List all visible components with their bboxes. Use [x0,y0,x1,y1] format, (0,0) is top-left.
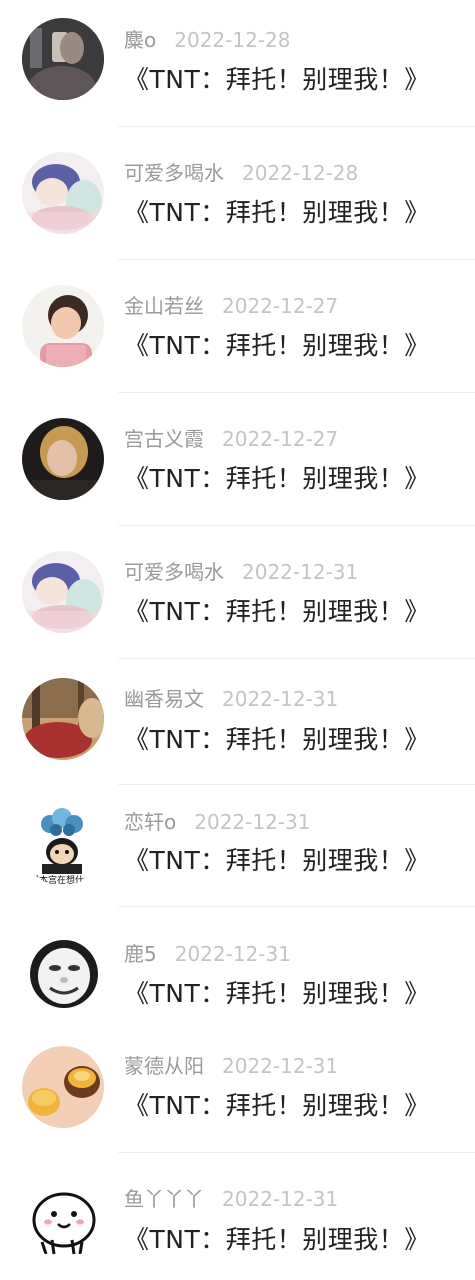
comment-meta: 麋o 2022-12-28 [124,28,290,52]
avatar-caption: 想本宫在想什 [30,874,84,886]
comment-text: 《TNT：拜托！别理我！》 [124,331,430,360]
timestamp: 2022-12-28 [242,161,359,185]
comment-item[interactable]: 幽香易文 2022-12-31 《TNT：拜托！别理我！》 [0,660,475,786]
comment-meta: 鹿5 2022-12-31 [124,942,291,966]
user-avatar[interactable]: 想本宫在想什 [22,804,104,886]
avatar-image [22,1176,104,1258]
comment-list-screen: { "comments": [ {"name": "麋o", "time": "… [0,0,475,1280]
comment-text: 《TNT：拜托！别理我！》 [124,979,430,1008]
avatar-image [22,678,104,760]
username[interactable]: 鱼丫丫丫 [124,1187,204,1211]
timestamp: 2022-12-31 [222,1187,339,1211]
divider [118,392,475,393]
comment-item[interactable]: 麋o 2022-12-28 《TNT：拜托！别理我！》 [0,0,475,128]
avatar-image: 想本宫在想什 [22,804,104,886]
comment-meta: 蒙德从阳 2022-12-31 [124,1054,338,1078]
comment-meta: 恋轩o 2022-12-31 [124,810,310,834]
timestamp: 2022-12-31 [174,942,291,966]
username[interactable]: 恋轩o [124,810,176,834]
user-avatar[interactable] [22,285,104,367]
comment-text: 《TNT：拜托！别理我！》 [124,597,430,626]
timestamp: 2022-12-27 [222,294,339,318]
comment-item[interactable]: 想本宫在想什 恋轩o 2022-12-31 《TNT：拜托！别理我！》 [0,786,475,908]
divider [118,525,475,526]
comment-item[interactable]: 可爱多喝水 2022-12-28 《TNT：拜托！别理我！》 [0,128,475,261]
divider [118,784,475,785]
comment-text: 《TNT：拜托！别理我！》 [124,198,430,227]
user-avatar[interactable] [22,551,104,633]
avatar-image [22,551,104,633]
comment-item[interactable]: 可爱多喝水 2022-12-31 《TNT：拜托！别理我！》 [0,527,475,660]
divider [118,906,475,907]
user-avatar[interactable] [22,932,104,1014]
comment-text: 《TNT：拜托！别理我！》 [124,65,430,94]
user-avatar[interactable] [22,1046,104,1128]
comment-item[interactable]: 鹿5 2022-12-31 《TNT：拜托！别理我！》 [0,908,475,1032]
user-avatar[interactable] [22,18,104,100]
avatar-image [22,18,104,100]
timestamp: 2022-12-27 [222,427,339,451]
timestamp: 2022-12-31 [222,687,339,711]
timestamp: 2022-12-31 [194,810,311,834]
comment-item[interactable]: 蒙德从阳 2022-12-31 《TNT：拜托！别理我！》 [0,1032,475,1156]
comment-text: 《TNT：拜托！别理我！》 [124,1225,430,1254]
user-avatar[interactable] [22,418,104,500]
divider [118,658,475,659]
username[interactable]: 可爱多喝水 [124,560,224,584]
username[interactable]: 宫古义霞 [124,427,204,451]
comment-text: 《TNT：拜托！别理我！》 [124,464,430,493]
username[interactable]: 麋o [124,28,156,52]
avatar-image [22,152,104,234]
comment-meta: 金山若丝 2022-12-27 [124,294,338,318]
avatar-image [22,285,104,367]
comment-meta: 鱼丫丫丫 2022-12-31 [124,1187,338,1211]
comment-item[interactable]: 鱼丫丫丫 2022-12-31 《TNT：拜托！别理我！》 [0,1156,475,1280]
avatar-image [22,1046,104,1128]
username[interactable]: 金山若丝 [124,294,204,318]
user-avatar[interactable] [22,152,104,234]
comment-text: 《TNT：拜托！别理我！》 [124,1091,430,1120]
username[interactable]: 蒙德从阳 [124,1054,204,1078]
avatar-image [22,932,104,1014]
comment-text: 《TNT：拜托！别理我！》 [124,725,430,754]
comment-meta: 宫古义霞 2022-12-27 [124,427,338,451]
comment-meta: 可爱多喝水 2022-12-28 [124,161,358,185]
timestamp: 2022-12-28 [174,28,291,52]
comment-meta: 可爱多喝水 2022-12-31 [124,560,358,584]
avatar-image [22,418,104,500]
comment-text: 《TNT：拜托！别理我！》 [124,846,430,875]
comment-item[interactable]: 宫古义霞 2022-12-27 《TNT：拜托！别理我！》 [0,394,475,527]
timestamp: 2022-12-31 [242,560,359,584]
user-avatar[interactable] [22,1176,104,1258]
timestamp: 2022-12-31 [222,1054,339,1078]
comment-item[interactable]: 金山若丝 2022-12-27 《TNT：拜托！别理我！》 [0,261,475,394]
comment-meta: 幽香易文 2022-12-31 [124,687,338,711]
divider [118,1152,475,1153]
username[interactable]: 可爱多喝水 [124,161,224,185]
divider [118,259,475,260]
divider [118,126,475,127]
username[interactable]: 幽香易文 [124,687,204,711]
username[interactable]: 鹿5 [124,942,157,966]
user-avatar[interactable] [22,678,104,760]
